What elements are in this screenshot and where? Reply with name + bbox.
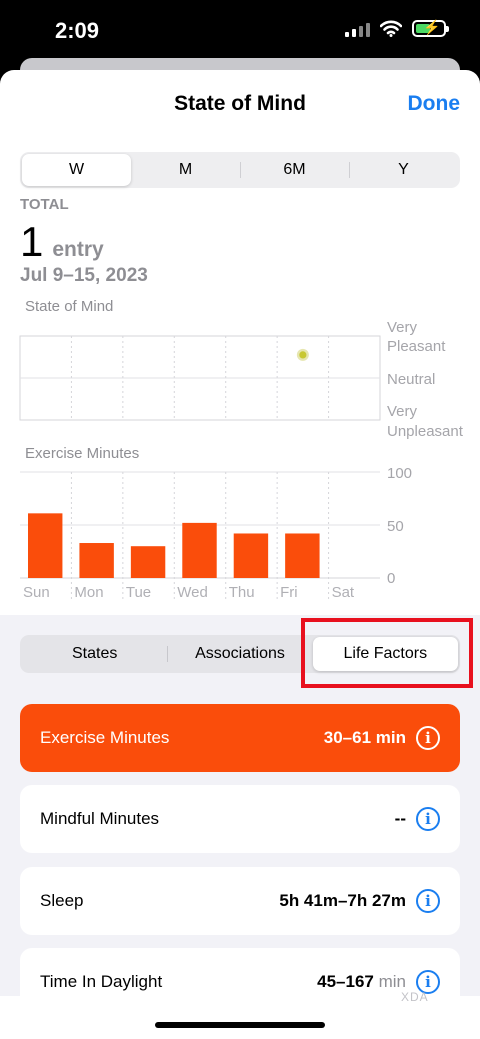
mood-tick-very-pleasant-line1: Very	[387, 320, 418, 336]
day-label-fri: Fri	[280, 584, 298, 601]
range-tab-week[interactable]: W	[22, 154, 131, 186]
charging-bolt-icon: ⚡	[423, 19, 441, 35]
range-tab-month[interactable]: M	[131, 154, 240, 186]
mood-tick-very-unpleasant-line1: Very	[387, 403, 418, 420]
range-tab-6-months[interactable]: 6M	[240, 154, 349, 186]
factor-value-range: 45–167	[317, 972, 374, 991]
done-button[interactable]: Done	[408, 92, 461, 116]
battery-icon: ⚡	[412, 19, 449, 37]
mood-chart[interactable]: Very Pleasant Neutral Very Unpleasant	[0, 320, 480, 445]
factor-value-unit: min	[375, 728, 406, 747]
wifi-icon	[380, 20, 402, 37]
day-label-sat: Sat	[332, 584, 355, 601]
exercise-bar-thu[interactable]	[233, 533, 269, 578]
factor-value: 45–167 min	[317, 972, 406, 992]
day-label-thu: Thu	[229, 584, 255, 601]
time-range-control: W M 6M Y	[20, 152, 460, 188]
factor-value: --	[394, 809, 406, 828]
total-count: 1	[20, 218, 44, 265]
factor-label: Exercise Minutes	[40, 728, 170, 747]
day-label-sun: Sun	[23, 584, 50, 601]
factor-value-unit: min	[378, 972, 406, 991]
life-factors-section: States Associations Life Factors Exercis…	[0, 615, 480, 1039]
factor-row-exercise-minutes[interactable]: Exercise Minutes 30–61 min i	[20, 704, 460, 772]
cellular-signal-icon	[345, 21, 370, 37]
factor-label: Mindful Minutes	[40, 809, 160, 828]
exercise-tick-100: 100	[387, 465, 412, 482]
status-bar: 2:09 ⚡	[0, 0, 480, 64]
total-unit: entry	[52, 238, 104, 261]
exercise-bar-wed[interactable]	[182, 522, 217, 578]
mood-point[interactable]	[299, 351, 307, 359]
mood-chart-label: State of Mind	[25, 298, 114, 315]
total-value: 1 entry	[20, 218, 104, 266]
watermark-logo: XDA	[401, 990, 429, 1004]
factor-value: 30–61 min	[324, 728, 406, 748]
info-icon[interactable]: i	[416, 726, 440, 750]
info-icon[interactable]: i	[416, 807, 440, 831]
status-time: 2:09	[55, 18, 100, 43]
state-of-mind-sheet: State of Mind Done W M 6M Y TOTAL 1 entr…	[0, 70, 480, 1039]
day-label-wed: Wed	[177, 584, 208, 601]
total-label: TOTAL	[20, 196, 69, 213]
day-label-mon: Mon	[74, 584, 103, 601]
factor-row-mindful-minutes[interactable]: Mindful Minutes -- i	[20, 785, 460, 853]
highlight-annotation	[301, 618, 473, 688]
exercise-bar-sun[interactable]	[28, 513, 63, 578]
home-indicator[interactable]	[155, 1022, 325, 1028]
mood-tick-very-pleasant-line2: Pleasant	[387, 338, 446, 355]
info-icon[interactable]: i	[416, 889, 440, 913]
factor-value: 5h 41m–7h 27m	[279, 891, 406, 910]
tab-associations[interactable]: Associations	[167, 637, 312, 671]
exercise-bar-mon[interactable]	[79, 543, 114, 578]
range-tab-year[interactable]: Y	[349, 154, 458, 186]
mood-tick-neutral: Neutral	[387, 371, 435, 388]
exercise-bar-fri[interactable]	[285, 533, 320, 578]
mood-tick-very-unpleasant-line2: Unpleasant	[387, 423, 464, 440]
status-icons: ⚡	[345, 19, 449, 37]
factor-row-sleep[interactable]: Sleep 5h 41m–7h 27m i	[20, 867, 460, 935]
date-range: Jul 9–15, 2023	[20, 265, 148, 286]
factor-label: Time In Daylight	[40, 972, 163, 991]
factor-label: Sleep	[40, 891, 84, 910]
exercise-tick-50: 50	[387, 518, 404, 535]
day-label-tue: Tue	[126, 584, 151, 601]
exercise-tick-0: 0	[387, 570, 395, 587]
exercise-chart[interactable]: Sun Mon Tue Wed Thu Fri Sat 100 50 0	[0, 460, 480, 605]
tab-states[interactable]: States	[22, 637, 167, 671]
factor-value-range: 30–61	[323, 728, 372, 747]
exercise-bar-tue[interactable]	[130, 546, 166, 578]
